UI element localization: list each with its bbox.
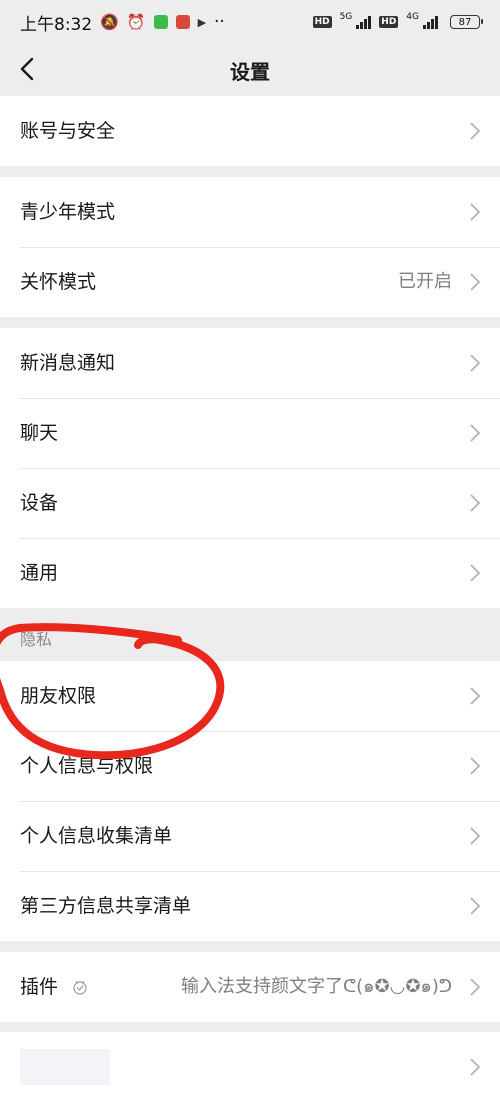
chevron-right-icon bbox=[470, 494, 480, 512]
hd-badge-2: HD bbox=[379, 16, 399, 28]
chevron-right-icon bbox=[470, 273, 480, 291]
group-account: 账号与安全 bbox=[0, 96, 500, 166]
wechat-app-icon bbox=[153, 15, 168, 29]
menu-item-label: 第三方信息共享清单 bbox=[20, 895, 192, 917]
menu-item-general[interactable]: 通用 bbox=[0, 538, 500, 608]
nav-bar: 设置 bbox=[0, 44, 500, 96]
menu-item-account-security[interactable]: 账号与安全 bbox=[0, 96, 500, 166]
chevron-right-icon bbox=[470, 354, 480, 372]
group-privacy: 朋友权限 个人信息与权限 个人信息收集清单 第三方信息共享清单 bbox=[0, 661, 500, 941]
status-left: 上午8:32 🔕 ⏰ ▶ ·· bbox=[20, 10, 225, 35]
menu-item-notifications[interactable]: 新消息通知 bbox=[0, 328, 500, 398]
group-plugins: 插件 输入法支持颜文字了ᕦ(๑✪◡✪๑)ᕤ bbox=[0, 952, 500, 1022]
app-notification-icon bbox=[175, 15, 190, 29]
chevron-right-icon bbox=[470, 827, 480, 845]
plugin-promo-text: 输入法支持颜文字了ᕦ(๑✪◡✪๑)ᕤ bbox=[180, 976, 452, 997]
menu-item-label: 个人信息收集清单 bbox=[20, 825, 173, 847]
chevron-right-icon bbox=[470, 1058, 480, 1076]
menu-item-label: 聊天 bbox=[20, 422, 59, 444]
section-header-privacy: 隐私 bbox=[20, 630, 53, 649]
menu-item-label: 个人信息与权限 bbox=[20, 755, 154, 777]
page-title: 设置 bbox=[230, 60, 270, 84]
chevron-right-icon bbox=[470, 687, 480, 705]
care-mode-status: 已开启 bbox=[398, 271, 452, 292]
menu-item-label: 朋友权限 bbox=[20, 685, 97, 707]
group-general: 新消息通知 聊天 设备 通用 bbox=[0, 328, 500, 608]
menu-item-label: 账号与安全 bbox=[20, 120, 116, 142]
chevron-right-icon bbox=[470, 122, 480, 140]
group-modes: 青少年模式 关怀模式 已开启 bbox=[0, 177, 500, 317]
menu-item-friend-permissions[interactable]: 朋友权限 bbox=[0, 661, 500, 731]
hd-badge: HD bbox=[312, 16, 332, 28]
chevron-right-icon bbox=[470, 203, 480, 221]
chevron-right-icon bbox=[470, 897, 480, 915]
chevron-right-icon bbox=[470, 564, 480, 582]
chevron-right-icon bbox=[470, 978, 480, 996]
signal-icon bbox=[356, 15, 372, 29]
menu-item-youth-mode[interactable]: 青少年模式 bbox=[0, 177, 500, 247]
chevron-right-icon bbox=[470, 757, 480, 775]
battery-icon: 87 bbox=[450, 15, 483, 29]
plugin-badge-icon bbox=[73, 981, 87, 995]
network-type-1: 5G bbox=[339, 12, 353, 22]
status-bar: 上午8:32 🔕 ⏰ ▶ ·· HD 5G HD 4G 87 bbox=[0, 0, 500, 44]
menu-item-care-mode[interactable]: 关怀模式 已开启 bbox=[0, 247, 500, 317]
menu-item-label: 青少年模式 bbox=[20, 201, 116, 223]
menu-item-third-party-sharing-list[interactable]: 第三方信息共享清单 bbox=[0, 871, 500, 941]
play-icon: ▶ bbox=[197, 15, 207, 29]
menu-item-label: 通用 bbox=[20, 562, 59, 584]
more-notifications-icon: ·· bbox=[214, 12, 225, 32]
menu-item-plugins[interactable]: 插件 输入法支持颜文字了ᕦ(๑✪◡✪๑)ᕤ bbox=[0, 952, 500, 1022]
menu-item-label: 关怀模式 bbox=[20, 271, 97, 293]
status-time: 上午8:32 bbox=[20, 14, 93, 35]
menu-item-personal-info-permissions[interactable]: 个人信息与权限 bbox=[0, 731, 500, 801]
obscured-label bbox=[20, 1049, 110, 1085]
menu-item-info-collection-list[interactable]: 个人信息收集清单 bbox=[0, 801, 500, 871]
group-extra bbox=[0, 1032, 500, 1102]
bell-off-icon: 🔕 bbox=[100, 13, 119, 31]
menu-item-label: 设备 bbox=[20, 492, 59, 514]
menu-item-label: 新消息通知 bbox=[20, 352, 116, 374]
menu-item-label: 插件 bbox=[20, 976, 59, 998]
menu-item-chat[interactable]: 聊天 bbox=[0, 398, 500, 468]
alarm-icon: ⏰ bbox=[126, 13, 146, 31]
status-right: HD 5G HD 4G 87 bbox=[312, 12, 483, 29]
menu-item-obscured[interactable] bbox=[0, 1032, 500, 1102]
menu-item-devices[interactable]: 设备 bbox=[0, 468, 500, 538]
signal-icon-2 bbox=[423, 15, 438, 29]
chevron-right-icon bbox=[470, 424, 480, 442]
network-type-2: 4G bbox=[406, 12, 419, 22]
